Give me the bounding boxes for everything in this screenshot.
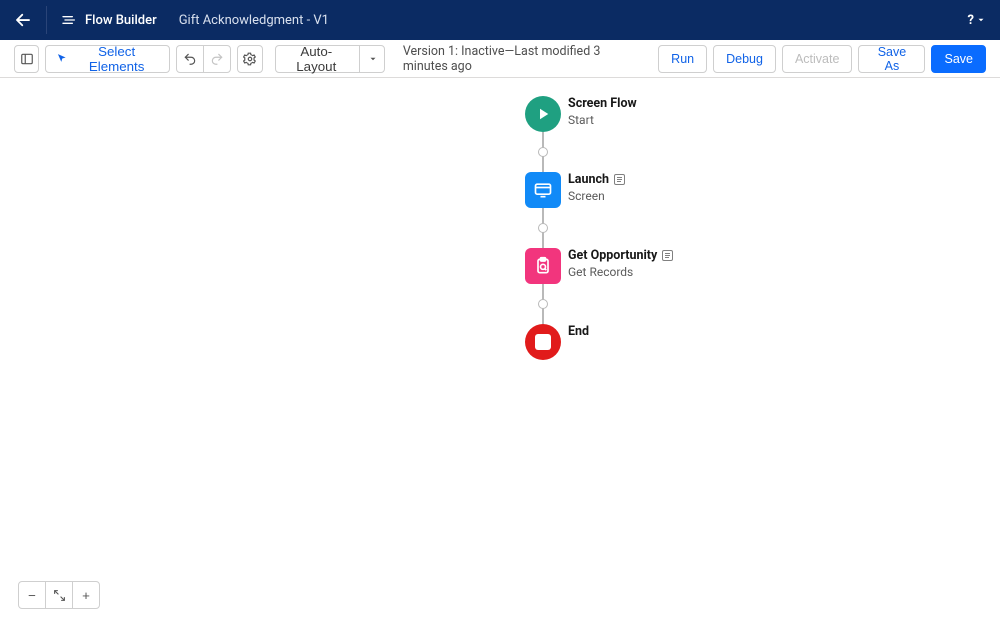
help-menu[interactable]: ?	[968, 13, 986, 28]
chevron-down-icon	[976, 15, 986, 25]
node-title: End	[568, 324, 589, 339]
add-element-button[interactable]	[538, 299, 548, 309]
flow-title: Gift Acknowledgment - V1	[179, 13, 329, 28]
select-elements-label: Select Elements	[74, 44, 160, 74]
start-icon	[525, 96, 561, 132]
help-icon: ?	[968, 13, 974, 28]
redo-button[interactable]	[203, 45, 231, 73]
settings-button[interactable]	[237, 45, 262, 73]
monitor-icon	[533, 180, 553, 200]
connector[interactable]	[542, 132, 544, 172]
layout-mode-label: Auto-Layout	[286, 44, 347, 74]
note-icon	[662, 250, 673, 261]
stop-icon	[535, 334, 551, 350]
app-name-label: Flow Builder	[85, 13, 157, 28]
zoom-controls: − +	[18, 581, 100, 609]
flow-canvas[interactable]: Screen Flow Start Launch Screen Get Oppo…	[0, 78, 1000, 627]
history-group	[176, 45, 231, 73]
fit-icon	[53, 589, 66, 602]
node-get-opportunity[interactable]: Get Opportunity Get Records	[525, 248, 561, 284]
cursor-icon	[56, 52, 68, 65]
select-elements-button[interactable]: Select Elements	[45, 45, 170, 73]
undo-icon	[183, 52, 197, 66]
gear-icon	[243, 52, 257, 66]
add-element-button[interactable]	[538, 223, 548, 233]
app-name: Flow Builder	[61, 12, 157, 28]
zoom-out-button[interactable]: −	[18, 581, 46, 609]
save-as-button[interactable]: Save As	[858, 45, 925, 73]
clipboard-search-icon	[533, 256, 553, 276]
node-launch[interactable]: Launch Screen	[525, 172, 561, 208]
zoom-fit-button[interactable]	[45, 581, 73, 609]
back-button[interactable]	[14, 11, 32, 29]
connector[interactable]	[542, 208, 544, 248]
chevron-down-icon	[359, 46, 378, 72]
end-icon	[525, 324, 561, 360]
redo-icon	[210, 52, 224, 66]
layout-mode-select[interactable]: Auto-Layout	[275, 45, 385, 73]
get-records-icon	[525, 248, 561, 284]
screen-icon	[525, 172, 561, 208]
flow-icon	[61, 12, 77, 28]
node-start[interactable]: Screen Flow Start	[525, 96, 561, 132]
node-subtitle: Get Records	[568, 265, 673, 279]
toolbar: Select Elements Auto-Layout Version 1: I…	[0, 40, 1000, 78]
node-end[interactable]: End	[525, 324, 561, 360]
save-button[interactable]: Save	[931, 45, 986, 73]
header-divider	[46, 6, 47, 34]
node-subtitle: Start	[568, 113, 637, 127]
flow-column: Screen Flow Start Launch Screen Get Oppo…	[525, 96, 561, 360]
activate-button[interactable]: Activate	[782, 45, 852, 73]
connector[interactable]	[542, 284, 544, 324]
play-icon	[534, 105, 552, 123]
undo-button[interactable]	[176, 45, 204, 73]
node-title: Get Opportunity	[568, 248, 657, 263]
note-icon	[614, 174, 625, 185]
debug-button[interactable]: Debug	[713, 45, 776, 73]
node-title: Screen Flow	[568, 96, 637, 111]
panel-icon	[20, 52, 34, 66]
zoom-in-button[interactable]: +	[72, 581, 100, 609]
app-header: Flow Builder Gift Acknowledgment - V1 ?	[0, 0, 1000, 40]
arrow-left-icon	[14, 11, 32, 29]
version-status: Version 1: Inactive—Last modified 3 minu…	[403, 44, 644, 74]
run-button[interactable]: Run	[658, 45, 707, 73]
add-element-button[interactable]	[538, 147, 548, 157]
toggle-sidebar-button[interactable]	[14, 45, 39, 73]
node-subtitle: Screen	[568, 189, 625, 203]
node-title: Launch	[568, 172, 609, 187]
